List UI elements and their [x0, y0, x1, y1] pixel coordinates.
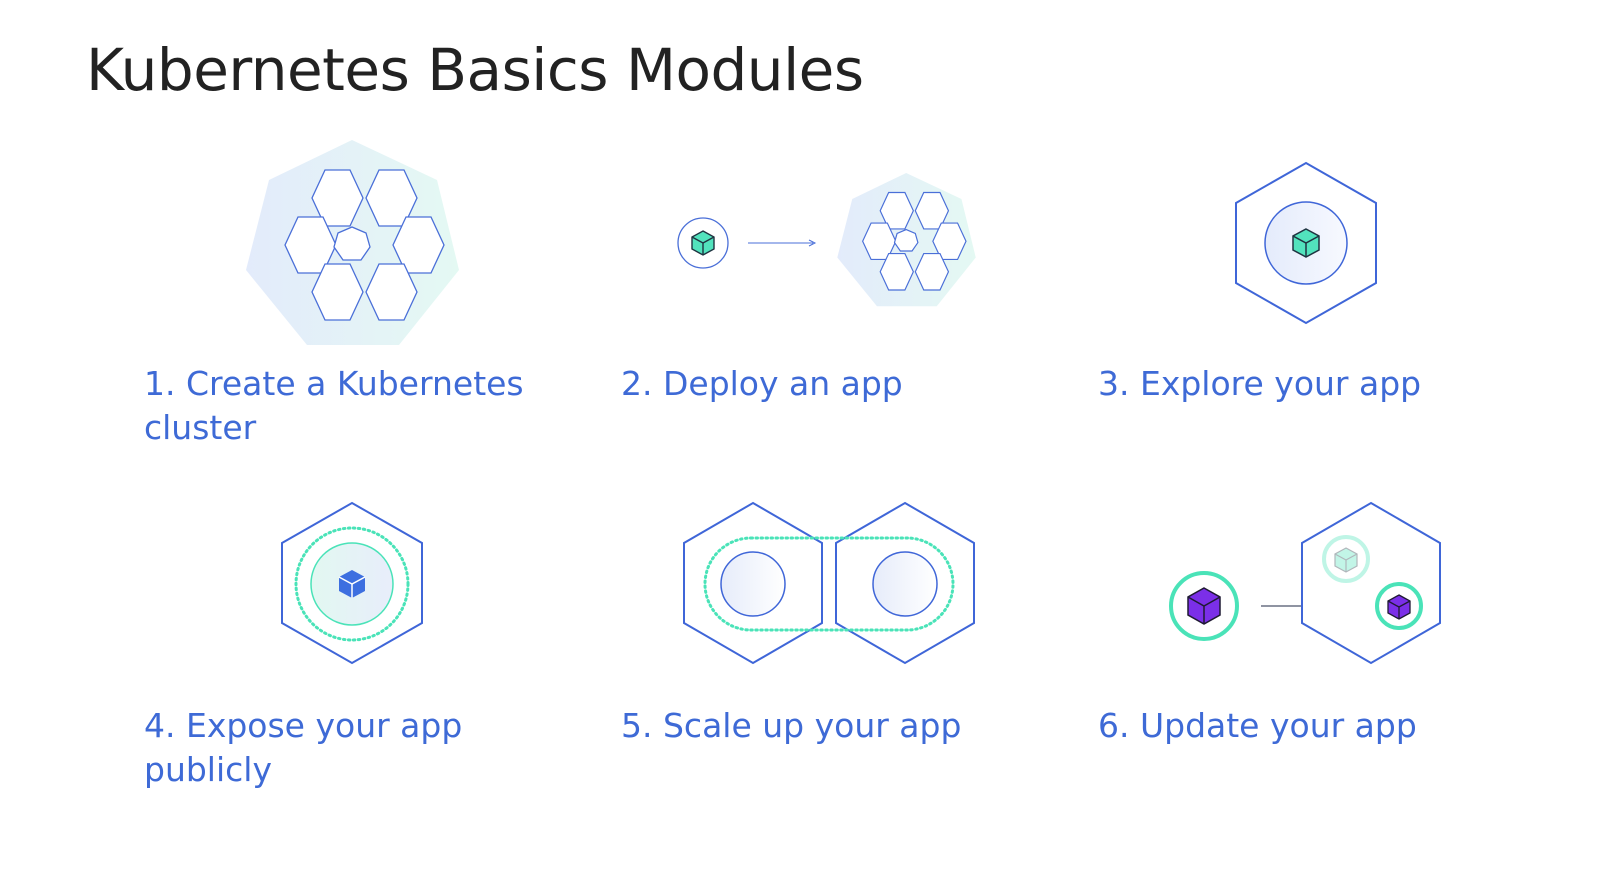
- expose-icon: [279, 500, 429, 674]
- module-label: 3. Explore your app: [1098, 364, 1422, 403]
- cube-icon: [691, 230, 715, 256]
- cluster-icon: [244, 140, 464, 354]
- cube-icon: [1387, 594, 1411, 620]
- deploy-icon: [673, 170, 993, 324]
- module-label: 1. Create a Kubernetes cluster: [144, 364, 524, 447]
- module-label: 5. Scale up your app: [621, 706, 962, 745]
- module-label: 2. Deploy an app: [621, 364, 903, 403]
- cube-icon: [1292, 228, 1320, 258]
- page-title: Kubernetes Basics Modules: [86, 36, 864, 104]
- module-label: 6. Update your app: [1098, 706, 1417, 745]
- module-label: 4. Expose your app publicly: [144, 706, 463, 789]
- update-icon: [1164, 500, 1454, 674]
- scale-icon: [681, 500, 981, 674]
- explore-icon: [1233, 160, 1383, 334]
